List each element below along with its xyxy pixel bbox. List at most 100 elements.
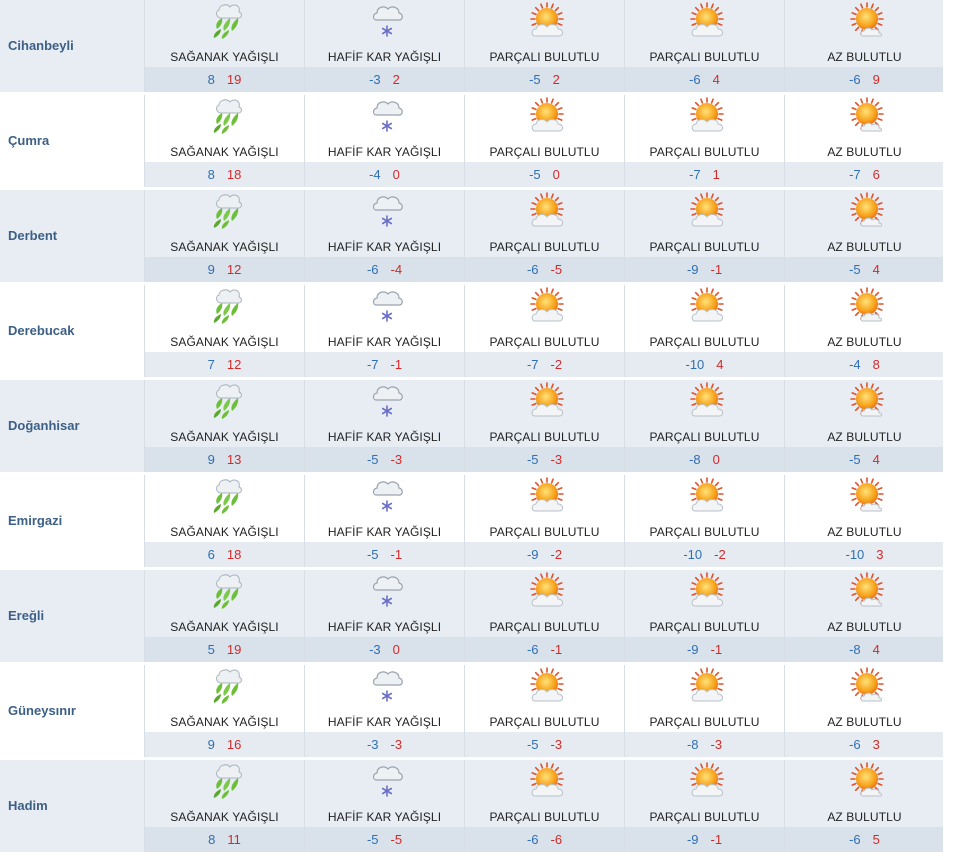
shower-rain-icon bbox=[209, 2, 245, 40]
city-row: Doğanhisar SAĞANAK YAĞIŞLI 9 13 HAFİF KAR YA… bbox=[0, 380, 953, 474]
min-temperature: -5 bbox=[529, 72, 541, 87]
city-name[interactable]: Ereğli bbox=[8, 570, 44, 662]
max-temperature: 2 bbox=[392, 72, 400, 87]
city-row: Emirgazi SAĞANAK YAĞIŞLI 6 18 HAFİF KAR YAĞI… bbox=[0, 475, 953, 569]
temperature-range: 8 11 bbox=[145, 832, 304, 847]
temperature-range: -5 -3 bbox=[305, 452, 464, 467]
min-temperature: -7 bbox=[526, 357, 539, 372]
condition-label: PARÇALI BULUTLU bbox=[649, 145, 760, 159]
max-temperature: 19 bbox=[226, 642, 242, 657]
condition-label: HAFİF KAR YAĞIŞLI bbox=[327, 810, 442, 824]
min-temperature: -8 bbox=[849, 642, 861, 657]
condition-label: SAĞANAK YAĞIŞLI bbox=[170, 715, 279, 729]
forecast-cell: HAFİF KAR YAĞIŞLI -7 -1 bbox=[305, 285, 464, 377]
max-temperature: -3 bbox=[710, 737, 723, 752]
max-temperature: 11 bbox=[227, 832, 241, 847]
city-name[interactable]: Derebucak bbox=[8, 285, 74, 377]
temperature-range: -10 3 bbox=[785, 547, 944, 562]
temperature-range: -8 -3 bbox=[625, 737, 784, 752]
few-clouds-icon bbox=[849, 477, 885, 515]
shower-rain-icon bbox=[209, 477, 245, 515]
light-snow-icon bbox=[369, 572, 405, 610]
temperature-range: -8 4 bbox=[785, 642, 944, 657]
condition-label: HAFİF KAR YAĞIŞLI bbox=[327, 525, 442, 539]
forecast-cell: PARÇALI BULUTLU -9 -1 bbox=[625, 570, 784, 662]
max-temperature: 12 bbox=[226, 357, 242, 372]
condition-label: SAĞANAK YAĞIŞLI bbox=[170, 430, 279, 444]
temperature-range: -5 -1 bbox=[305, 547, 464, 562]
max-temperature: 0 bbox=[712, 452, 720, 467]
condition-label: SAĞANAK YAĞIŞLI bbox=[170, 145, 279, 159]
temperature-range: 8 19 bbox=[145, 72, 304, 87]
min-temperature: -6 bbox=[366, 262, 379, 277]
temperature-range: -7 -1 bbox=[305, 357, 464, 372]
city-row: Ereğli SAĞANAK YAĞIŞLI 5 19 HAFİF KAR YAĞIŞL… bbox=[0, 570, 953, 664]
min-temperature: 6 bbox=[207, 547, 215, 562]
partly-cloudy-icon bbox=[529, 2, 565, 40]
temperature-range: -8 0 bbox=[625, 452, 784, 467]
temperature-range: -9 -2 bbox=[465, 547, 624, 562]
forecast-cell: PARÇALI BULUTLU -9 -2 bbox=[465, 475, 624, 567]
min-temperature: 8 bbox=[207, 72, 215, 87]
temperature-range: -3 0 bbox=[305, 642, 464, 657]
temperature-range: -9 -1 bbox=[625, 262, 784, 277]
city-name[interactable]: Hadim bbox=[8, 760, 48, 852]
condition-label: PARÇALI BULUTLU bbox=[649, 620, 760, 634]
city-name[interactable]: Doğanhisar bbox=[8, 380, 80, 472]
partly-cloudy-icon bbox=[689, 477, 725, 515]
min-temperature: -5 bbox=[366, 832, 379, 847]
light-snow-icon bbox=[369, 192, 405, 230]
temperature-range: 5 19 bbox=[145, 642, 304, 657]
city-name[interactable]: Emirgazi bbox=[8, 475, 62, 567]
temperature-range: -5 -5 bbox=[305, 832, 464, 847]
temperature-range: -5 2 bbox=[465, 72, 624, 87]
few-clouds-icon bbox=[849, 667, 885, 705]
forecast-cell: PARÇALI BULUTLU -6 -1 bbox=[465, 570, 624, 662]
temperature-range: -6 9 bbox=[785, 72, 944, 87]
min-temperature: -5 bbox=[366, 547, 379, 562]
forecast-cell: PARÇALI BULUTLU -6 -5 bbox=[465, 190, 624, 282]
temperature-range: -5 4 bbox=[785, 262, 944, 277]
temperature-range: -4 0 bbox=[305, 167, 464, 182]
partly-cloudy-icon bbox=[529, 192, 565, 230]
partly-cloudy-icon bbox=[689, 287, 725, 325]
light-snow-icon bbox=[369, 667, 405, 705]
forecast-cell: SAĞANAK YAĞIŞLI 9 16 bbox=[145, 665, 304, 757]
partly-cloudy-icon bbox=[529, 572, 565, 610]
condition-label: PARÇALI BULUTLU bbox=[489, 50, 600, 64]
min-temperature: -10 bbox=[685, 357, 705, 372]
max-temperature: -3 bbox=[550, 452, 563, 467]
city-name[interactable]: Cihanbeyli bbox=[8, 0, 74, 92]
max-temperature: -5 bbox=[550, 262, 563, 277]
max-temperature: 12 bbox=[226, 262, 242, 277]
shower-rain-icon bbox=[209, 667, 245, 705]
city-name[interactable]: Çumra bbox=[8, 95, 49, 187]
condition-label: AZ BULUTLU bbox=[827, 335, 902, 349]
condition-label: PARÇALI BULUTLU bbox=[649, 240, 760, 254]
partly-cloudy-icon bbox=[689, 572, 725, 610]
max-temperature: -6 bbox=[550, 832, 563, 847]
temperature-range: -7 1 bbox=[625, 167, 784, 182]
temperature-range: 7 12 bbox=[145, 357, 304, 372]
forecast-cell: AZ BULUTLU -5 4 bbox=[785, 190, 944, 282]
forecast-cell: HAFİF KAR YAĞIŞLI -5 -1 bbox=[305, 475, 464, 567]
min-temperature: -9 bbox=[526, 547, 539, 562]
forecast-cell: SAĞANAK YAĞIŞLI 9 13 bbox=[145, 380, 304, 472]
condition-label: SAĞANAK YAĞIŞLI bbox=[170, 620, 279, 634]
temperature-range: -7 -2 bbox=[465, 357, 624, 372]
city-name[interactable]: Derbent bbox=[8, 190, 57, 282]
max-temperature: 18 bbox=[226, 547, 242, 562]
condition-label: SAĞANAK YAĞIŞLI bbox=[170, 810, 279, 824]
light-snow-icon bbox=[369, 97, 405, 135]
temperature-range: -3 2 bbox=[305, 72, 464, 87]
few-clouds-icon bbox=[849, 572, 885, 610]
light-snow-icon bbox=[369, 382, 405, 420]
forecast-table: Cihanbeyli SAĞANAK YAĞIŞLI 8 19 HAFİF KAR YA… bbox=[0, 0, 953, 860]
partly-cloudy-icon bbox=[529, 762, 565, 800]
min-temperature: 8 bbox=[208, 832, 216, 847]
max-temperature: 4 bbox=[716, 357, 724, 372]
temperature-range: -3 -3 bbox=[305, 737, 464, 752]
min-temperature: -3 bbox=[369, 642, 381, 657]
forecast-cell: HAFİF KAR YAĞIŞLI -3 0 bbox=[305, 570, 464, 662]
city-name[interactable]: Güneysınır bbox=[8, 665, 76, 757]
